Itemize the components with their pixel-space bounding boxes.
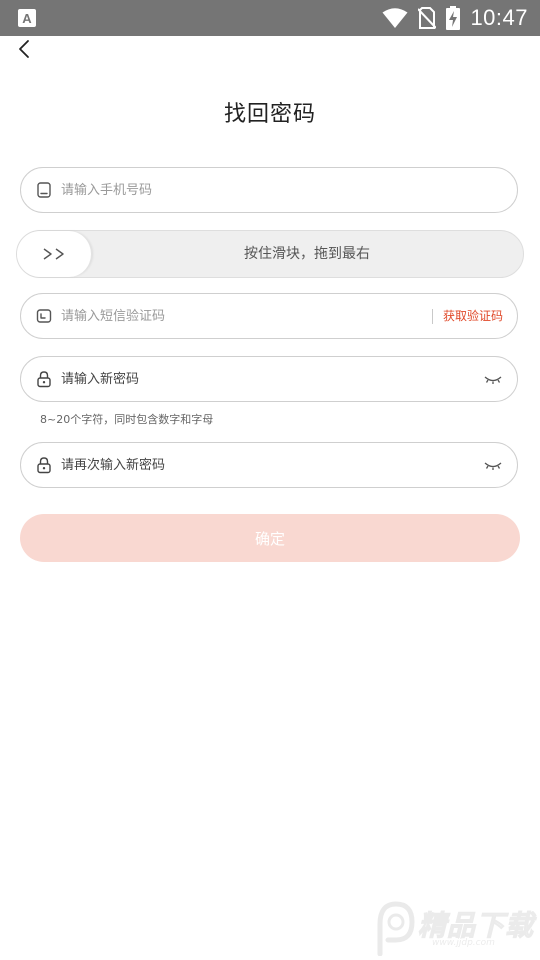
double-chevron-right-icon (43, 248, 64, 260)
svg-text:A: A (22, 11, 32, 26)
slider-handle[interactable] (17, 231, 92, 277)
lock-icon (37, 371, 51, 388)
status-icons: 10:47 (382, 0, 528, 36)
new-password-field[interactable] (20, 356, 518, 402)
watermark-url: www.jjdp.com (432, 938, 495, 948)
watermark-logo-icon (377, 901, 415, 956)
confirm-button[interactable]: 确定 (20, 514, 520, 562)
message-icon (36, 309, 52, 323)
a-letter-icon: A (18, 9, 36, 27)
chevron-left-icon (19, 40, 29, 58)
phone-icon (37, 182, 51, 198)
phone-field[interactable] (20, 167, 518, 213)
password-hint: 8~20个字符，同时包含数字和字母 (40, 413, 214, 426)
watermark: 精品下载 www.jjdp.com (366, 898, 536, 958)
eye-closed-icon[interactable] (483, 371, 503, 387)
confirm-password-input[interactable] (61, 443, 421, 487)
sms-divider (432, 309, 433, 324)
status-bar: A 10:47 (0, 0, 540, 36)
lock-icon (37, 457, 51, 474)
no-sim-icon (418, 7, 437, 29)
get-code-button[interactable]: 获取验证码 (443, 294, 503, 338)
status-time: 10:47 (470, 5, 528, 30)
sms-code-input[interactable] (61, 294, 421, 338)
slider-instruction: 按住滑块，拖到最右 (244, 246, 370, 262)
wifi-icon (382, 8, 408, 28)
eye-closed-icon[interactable] (483, 457, 503, 473)
back-button[interactable] (10, 36, 38, 62)
battery-charging-icon (446, 6, 461, 30)
sms-code-field[interactable]: 获取验证码 (20, 293, 518, 339)
confirm-password-field[interactable] (20, 442, 518, 488)
page-title: 找回密码 (223, 102, 316, 127)
slider-verification[interactable]: 按住滑块，拖到最右 (16, 230, 524, 278)
new-password-input[interactable] (61, 357, 421, 401)
phone-input[interactable] (61, 168, 421, 212)
